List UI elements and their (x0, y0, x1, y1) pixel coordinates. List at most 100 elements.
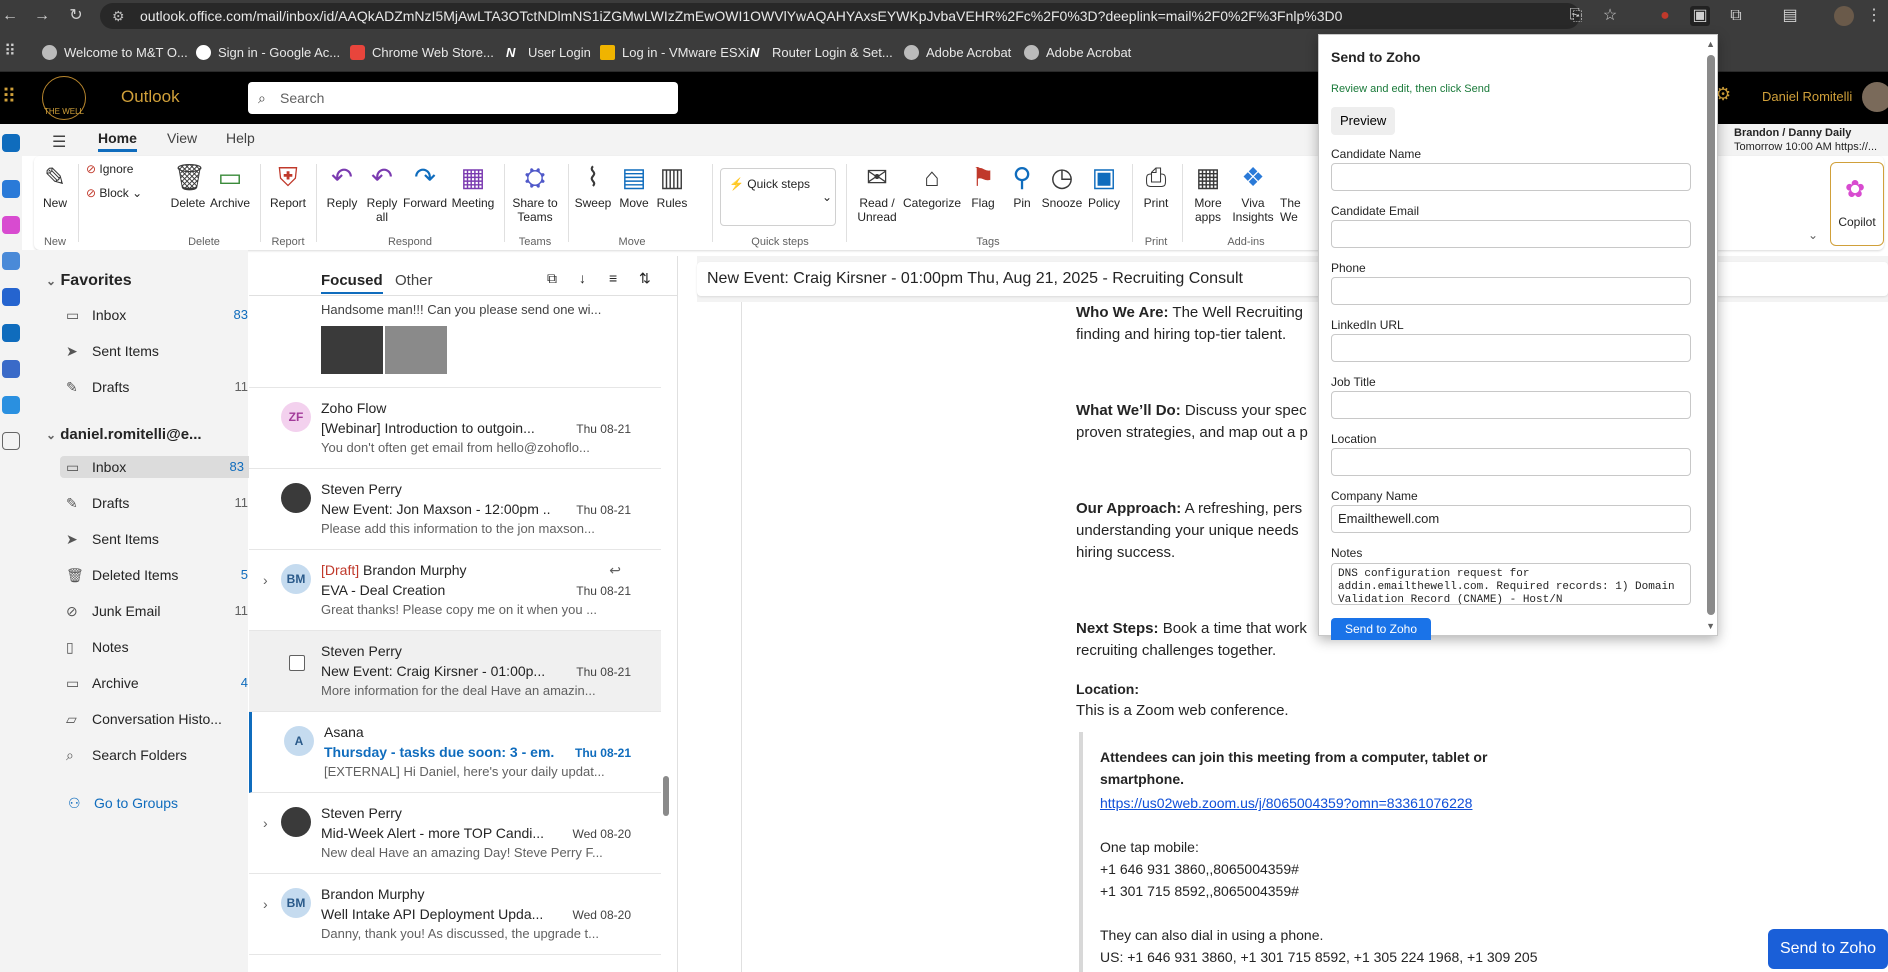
read-unread-button[interactable]: ✉ Read / Unread (852, 162, 902, 224)
categorize-button[interactable]: ⌂ Categorize (902, 162, 962, 210)
the-well-button[interactable]: The We (1280, 196, 1316, 224)
back-icon[interactable]: ← (0, 6, 20, 26)
phone-input[interactable] (1331, 277, 1691, 305)
list-item[interactable]: Handsome man!!! Can you please send one … (249, 296, 661, 388)
reading-list-icon[interactable]: ▤ (1780, 6, 1800, 26)
more-apps-icon[interactable] (2, 432, 20, 450)
attachment-thumbnail[interactable] (321, 326, 383, 374)
list-item[interactable]: A Asana Thursday - tasks due soon: 3 - e… (249, 712, 661, 793)
address-bar[interactable]: ⚙ outlook.office.com/mail/inbox/id/AAQkA… (100, 3, 1580, 29)
tab-home[interactable]: Home (98, 130, 137, 152)
filter-icon[interactable]: ≡ (609, 270, 617, 286)
list-item[interactable]: Steven Perry New Event: Craig Kirsner - … (249, 631, 661, 712)
bookmark-item[interactable]: Adobe Acrobat (904, 44, 1011, 62)
next-event-reminder[interactable]: Brandon / Danny Daily Tomorrow 10:00 AM … (1734, 124, 1888, 156)
share-to-teams-button[interactable]: ⛭ Share to Teams (510, 162, 560, 224)
ribbon-expand-icon[interactable]: ⌄ (1808, 228, 1818, 242)
bookmark-item[interactable]: Log in - VMware ESXi (600, 44, 749, 62)
reply-all-button[interactable]: ↶ Reply all (364, 162, 400, 224)
rules-button[interactable]: ▥ Rules (654, 162, 690, 210)
delete-button[interactable]: 🗑 Delete (168, 162, 208, 210)
bookmark-item[interactable]: Adobe Acrobat (1024, 44, 1131, 62)
reload-icon[interactable]: ↻ (66, 6, 86, 26)
sort-icon[interactable]: ⇅ (639, 270, 651, 287)
chevron-right-icon[interactable]: › (263, 815, 268, 831)
favorite-sent[interactable]: ➤ Sent Items (66, 340, 252, 362)
policy-button[interactable]: ▣ Policy (1084, 162, 1124, 210)
bookmark-item[interactable]: N User Login (506, 44, 591, 62)
zoom-link[interactable]: https://us02web.zoom.us/j/8065004359?omn… (1100, 792, 1472, 814)
scroll-up-icon[interactable]: ▲ (1706, 39, 1715, 49)
tab-view[interactable]: View (167, 130, 197, 146)
profile-avatar[interactable] (1834, 6, 1854, 26)
tab-focused[interactable]: Focused (321, 272, 383, 294)
favorites-header[interactable]: ⌄ Favorites (46, 272, 132, 290)
go-to-groups-link[interactable]: ⚇ Go to Groups (68, 792, 254, 814)
quick-steps-box[interactable]: ⚡ Quick steps (720, 168, 836, 226)
list-item[interactable]: ZF Zoho Flow [Webinar] Introduction to o… (249, 388, 661, 469)
files-icon[interactable] (2, 324, 20, 342)
pin-button[interactable]: ⚲ Pin (1004, 162, 1040, 210)
archive-button[interactable]: ▭ Archive (208, 162, 252, 210)
app-launcher-icon[interactable]: ⠿ (0, 84, 18, 110)
jump-icon[interactable]: ↓ (579, 270, 586, 286)
print-button[interactable]: ⎙ Print (1138, 162, 1174, 210)
calendar-icon[interactable] (2, 180, 20, 198)
select-checkbox[interactable] (289, 655, 305, 671)
list-item[interactable]: › BM [Draft] Brandon Murphy ↩ EVA - Deal… (249, 550, 661, 631)
copilot-icon[interactable] (2, 216, 20, 234)
folder-notes[interactable]: ▯ Notes (66, 636, 252, 658)
attachment-thumbnail[interactable] (385, 326, 447, 374)
block-button[interactable]: ⊘ Block ⌄ (86, 186, 142, 200)
folder-archive[interactable]: ▭ Archive 4 (66, 672, 252, 694)
bookmark-item[interactable]: N Router Login & Set... (750, 44, 893, 62)
account-header[interactable]: ⌄ daniel.romitelli@e... (46, 426, 202, 443)
more-apps-button[interactable]: ▦ More apps (1188, 162, 1228, 224)
move-button[interactable]: ▤ Move (614, 162, 654, 210)
install-icon[interactable]: ⎘ (1566, 6, 1586, 26)
zoho-extension-icon[interactable]: ▣ (1690, 6, 1710, 26)
mail-icon[interactable] (2, 134, 20, 152)
company-name-input[interactable]: Emailthewell.com (1331, 505, 1691, 533)
menu-icon[interactable]: ⋮ (1864, 6, 1884, 26)
linkedin-input[interactable] (1331, 334, 1691, 362)
folder-search-folders[interactable]: ⌕ Search Folders (66, 744, 252, 766)
org-icon[interactable] (2, 360, 20, 378)
scrollbar[interactable] (663, 776, 669, 816)
candidate-email-input[interactable] (1331, 220, 1691, 248)
copilot-button[interactable]: ✿ Copilot (1830, 162, 1884, 246)
report-button[interactable]: ⛨ Report (266, 162, 310, 210)
popup-scrollbar[interactable] (1707, 55, 1715, 615)
floating-send-to-zoho-button[interactable]: Send to Zoho (1768, 929, 1888, 969)
extension-icon[interactable]: ● (1655, 6, 1675, 26)
preview-button[interactable]: Preview (1331, 107, 1396, 135)
candidate-name-input[interactable] (1331, 163, 1691, 191)
chevron-right-icon[interactable]: › (263, 896, 268, 912)
folder-junk[interactable]: ⊘ Junk Email 11 (66, 600, 252, 622)
job-title-input[interactable] (1331, 391, 1691, 419)
todo-icon[interactable] (2, 288, 20, 306)
location-input[interactable] (1331, 448, 1691, 476)
user-name[interactable]: Daniel Romitelli (1762, 89, 1852, 104)
folder-deleted[interactable]: 🗑 Deleted Items 5 (66, 564, 252, 586)
scroll-down-icon[interactable]: ▼ (1706, 621, 1715, 631)
onedrive-icon[interactable] (2, 396, 20, 414)
apps-icon[interactable]: ⠿ (0, 42, 20, 62)
extensions-puzzle-icon[interactable]: ⧉ (1726, 6, 1746, 26)
folder-inbox[interactable]: ▭ Inbox 83 (60, 456, 254, 478)
ignore-button[interactable]: ⊘ Ignore (86, 162, 133, 176)
list-item[interactable]: Steven Perry New Event: Jon Maxson - 12:… (249, 469, 661, 550)
tab-help[interactable]: Help (226, 130, 255, 146)
list-item[interactable]: › Steven Perry Mid-Week Alert - more TOP… (249, 793, 661, 874)
list-item[interactable]: › BM Brandon Murphy Well Intake API Depl… (249, 874, 661, 955)
chevron-right-icon[interactable]: › (263, 572, 268, 588)
bookmark-item[interactable]: Chrome Web Store... (350, 44, 494, 62)
folder-sent[interactable]: ➤ Sent Items (66, 528, 252, 550)
hamburger-icon[interactable]: ☰ (52, 132, 66, 152)
bookmark-item[interactable]: Sign in - Google Ac... (196, 44, 340, 62)
search-input[interactable]: ⌕ Search (248, 82, 678, 114)
tab-other[interactable]: Other (395, 272, 433, 289)
notes-textarea[interactable]: DNS configuration request for addin.emai… (1331, 563, 1691, 605)
folder-drafts[interactable]: ✎ Drafts 11 (66, 492, 252, 514)
avatar[interactable] (1862, 82, 1888, 112)
